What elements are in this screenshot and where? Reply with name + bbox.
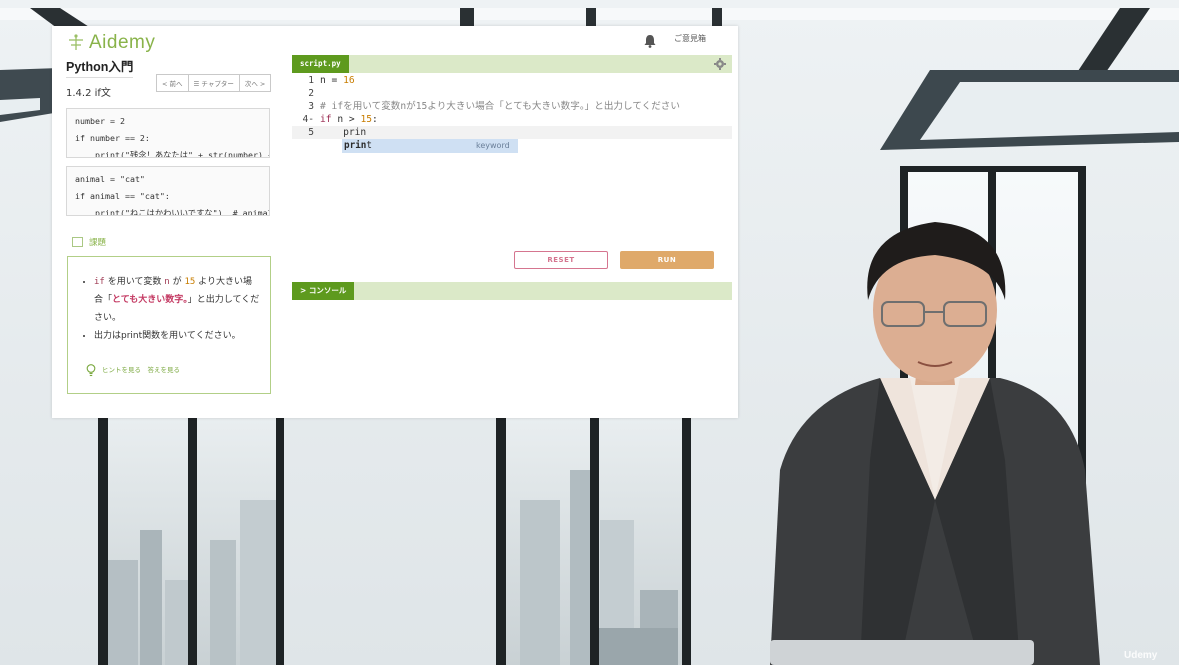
code-editor[interactable]: 1 n = 16 2 3 # ifを用いて変数nが15より大きい場合「とても大きい数…	[292, 74, 732, 139]
autocomplete-word: print	[344, 139, 372, 153]
line-number: 1	[308, 75, 314, 86]
task-box: if を用いて変数 n が 15 より大きい場合「とても大きい数字。」と出力して…	[67, 256, 271, 394]
example-line: if number == 2:	[75, 133, 150, 143]
example-code-2: animal = "cat" if animal == "cat": print…	[66, 166, 270, 216]
task-heading: 課題	[72, 236, 106, 248]
editor-line-5: 5 prin	[292, 126, 732, 139]
logo-text: Aidemy	[89, 32, 156, 53]
console-bar	[292, 282, 732, 300]
example-line: print("残念！あなたは" + str(number) +	[75, 150, 270, 158]
hint-links[interactable]: ヒントを見る 答えを見る	[86, 361, 180, 379]
run-button[interactable]: RUN	[620, 251, 714, 269]
task-bullet-2: 出力はprint関数を用いてください。	[94, 327, 260, 345]
editor-line-1: 1 n = 16	[292, 74, 732, 87]
lesson-panel: Aidemy ご意見箱 Python入門 1.4.2 if文 < 前へ ☰ チャ…	[52, 26, 738, 418]
code-text: n =	[320, 75, 344, 86]
course-title: Python入門	[66, 56, 134, 78]
next-button[interactable]: 次へ >	[240, 75, 271, 91]
udemy-watermark: Udemy	[1124, 650, 1158, 661]
lightbulb-icon	[86, 363, 96, 376]
aidemy-logo[interactable]: Aidemy	[66, 32, 155, 54]
lesson-nav: < 前へ ☰ チャプター 次へ >	[156, 74, 272, 92]
autocomplete-suggestion[interactable]: print keyword	[342, 139, 518, 153]
example-line: print("ねこはかわいいですな") # animalの	[75, 208, 270, 216]
feedback-link[interactable]: ご意見箱	[674, 33, 706, 44]
line-number: 3	[308, 101, 314, 112]
example-line: if animal == "cat":	[75, 191, 170, 201]
prev-button[interactable]: < 前へ	[157, 75, 189, 91]
task-heading-label: 課題	[89, 238, 107, 248]
reset-button[interactable]: RESET	[514, 251, 608, 269]
book-icon	[72, 237, 83, 247]
code-text: :	[372, 114, 378, 125]
code-text: prin	[320, 127, 367, 138]
chapter-button[interactable]: ☰ チャプター	[189, 75, 240, 91]
leaf-icon	[69, 34, 83, 50]
console-tab[interactable]: > コンソール	[292, 282, 355, 300]
code-number: 16	[343, 75, 355, 86]
code-text: n >	[331, 114, 361, 125]
line-number: 5	[308, 127, 314, 138]
autocomplete-match: prin	[344, 140, 367, 151]
code-keyword: if	[320, 114, 332, 125]
task-text: を用いて変数	[104, 277, 165, 287]
autocomplete-rest: t	[366, 140, 372, 151]
lesson-title: 1.4.2 if文	[66, 88, 111, 99]
example-line: number = 2	[75, 116, 125, 126]
line-number: 2	[308, 88, 314, 99]
file-tab-script[interactable]: script.py	[292, 55, 349, 73]
autocomplete-type: keyword	[476, 141, 510, 150]
task-bullet-1: if を用いて変数 n が 15 より大きい場合「とても大きい数字。」と出力して…	[94, 273, 260, 327]
editor-tabbar	[292, 55, 732, 73]
gear-icon[interactable]	[713, 57, 727, 71]
editor-line-3: 3 # ifを用いて変数nが15より大きい場合「とても大きい数字。」と出力してくだ…	[292, 100, 732, 113]
line-number: 4-	[302, 114, 314, 125]
example-code-1: number = 2 if number == 2: print("残念！あなた…	[66, 108, 270, 158]
example-line: animal = "cat"	[75, 174, 145, 184]
task-text: 15	[184, 277, 196, 287]
task-text: if	[94, 277, 105, 287]
code-number: 15	[360, 114, 373, 125]
editor-line-2: 2	[292, 87, 732, 100]
code-comment: # ifを用いて変数nが15より大きい場合「とても大きい数字。」と出力してくださ…	[320, 101, 680, 112]
task-text: が	[169, 277, 185, 287]
task-text: とても大きい数字。	[112, 295, 188, 305]
bell-icon[interactable]	[642, 33, 658, 49]
hint-links-label[interactable]: ヒントを見る 答えを見る	[102, 361, 180, 379]
editor-line-4: 4- if n > 15:	[292, 113, 732, 126]
